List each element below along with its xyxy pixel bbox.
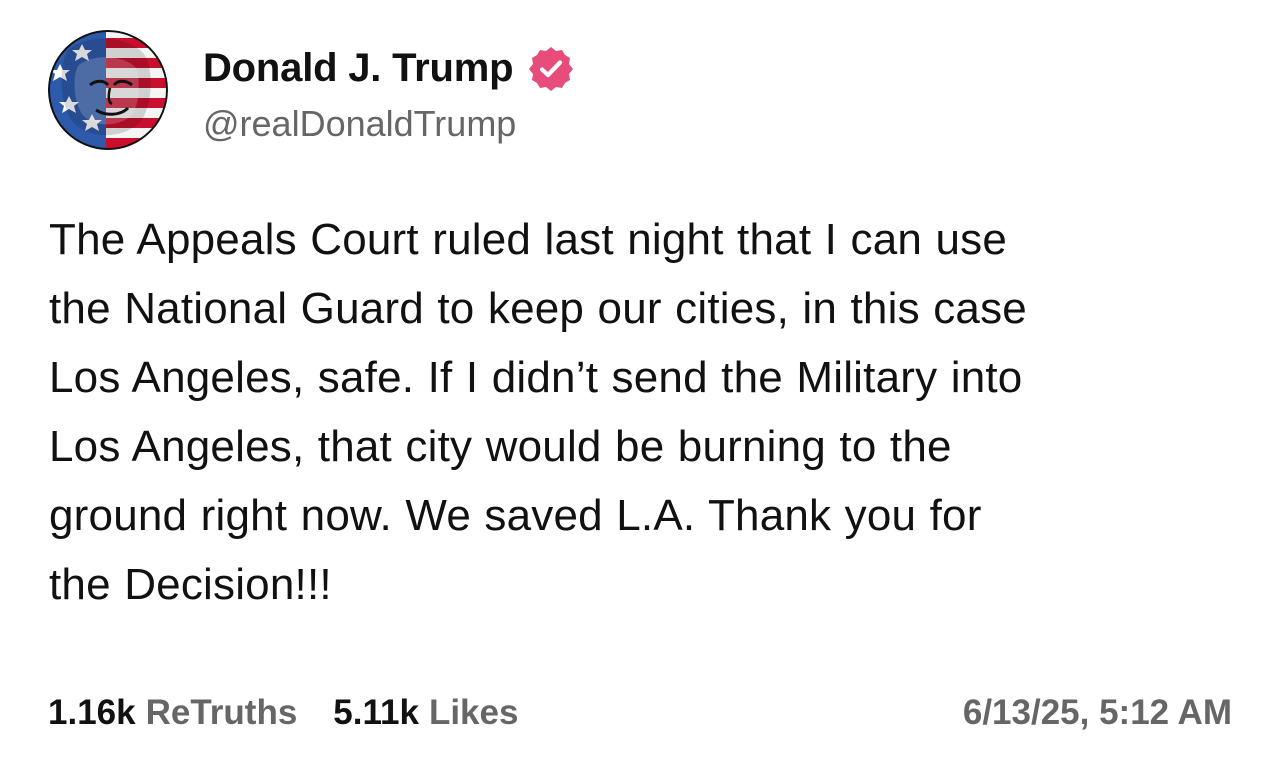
profile-avatar[interactable] bbox=[48, 30, 168, 150]
likes-label: Likes bbox=[428, 693, 519, 732]
post-text-line: Los Angeles, safe. If I didn’t send the … bbox=[49, 353, 1023, 402]
retruths-stat[interactable]: 1.16k ReTruths bbox=[48, 693, 297, 733]
post-text: The Appeals Court ruled last night that … bbox=[49, 205, 1239, 619]
retruths-label: ReTruths bbox=[145, 693, 298, 732]
post-text-line: the National Guard to keep our cities, i… bbox=[49, 284, 1027, 333]
post-text-line: The Appeals Court ruled last night that … bbox=[49, 215, 1008, 264]
post-text-line: Los Angeles, that city would be burning … bbox=[49, 422, 952, 471]
retruths-count: 1.16k bbox=[48, 693, 136, 732]
post-timestamp[interactable]: 6/13/25, 5:12 AM bbox=[963, 693, 1232, 733]
post-text-line: ground right now. We saved L.A. Thank yo… bbox=[49, 491, 982, 540]
avatar-image bbox=[48, 30, 168, 150]
post-text-line: the Decision!!! bbox=[49, 560, 332, 609]
display-name[interactable]: Donald J. Trump bbox=[203, 46, 514, 91]
post-footer: 1.16k ReTruths 5.11k Likes 6/13/25, 5:12… bbox=[48, 683, 1232, 743]
author-handle[interactable]: @realDonaldTrump bbox=[203, 103, 516, 145]
verified-badge-icon bbox=[527, 45, 575, 93]
likes-stat[interactable]: 5.11k Likes bbox=[333, 693, 518, 733]
likes-count: 5.11k bbox=[333, 693, 419, 732]
author-name-row: Donald J. Trump bbox=[203, 43, 575, 93]
truth-post-card: Donald J. Trump @realDonaldTrump The App… bbox=[0, 0, 1280, 758]
